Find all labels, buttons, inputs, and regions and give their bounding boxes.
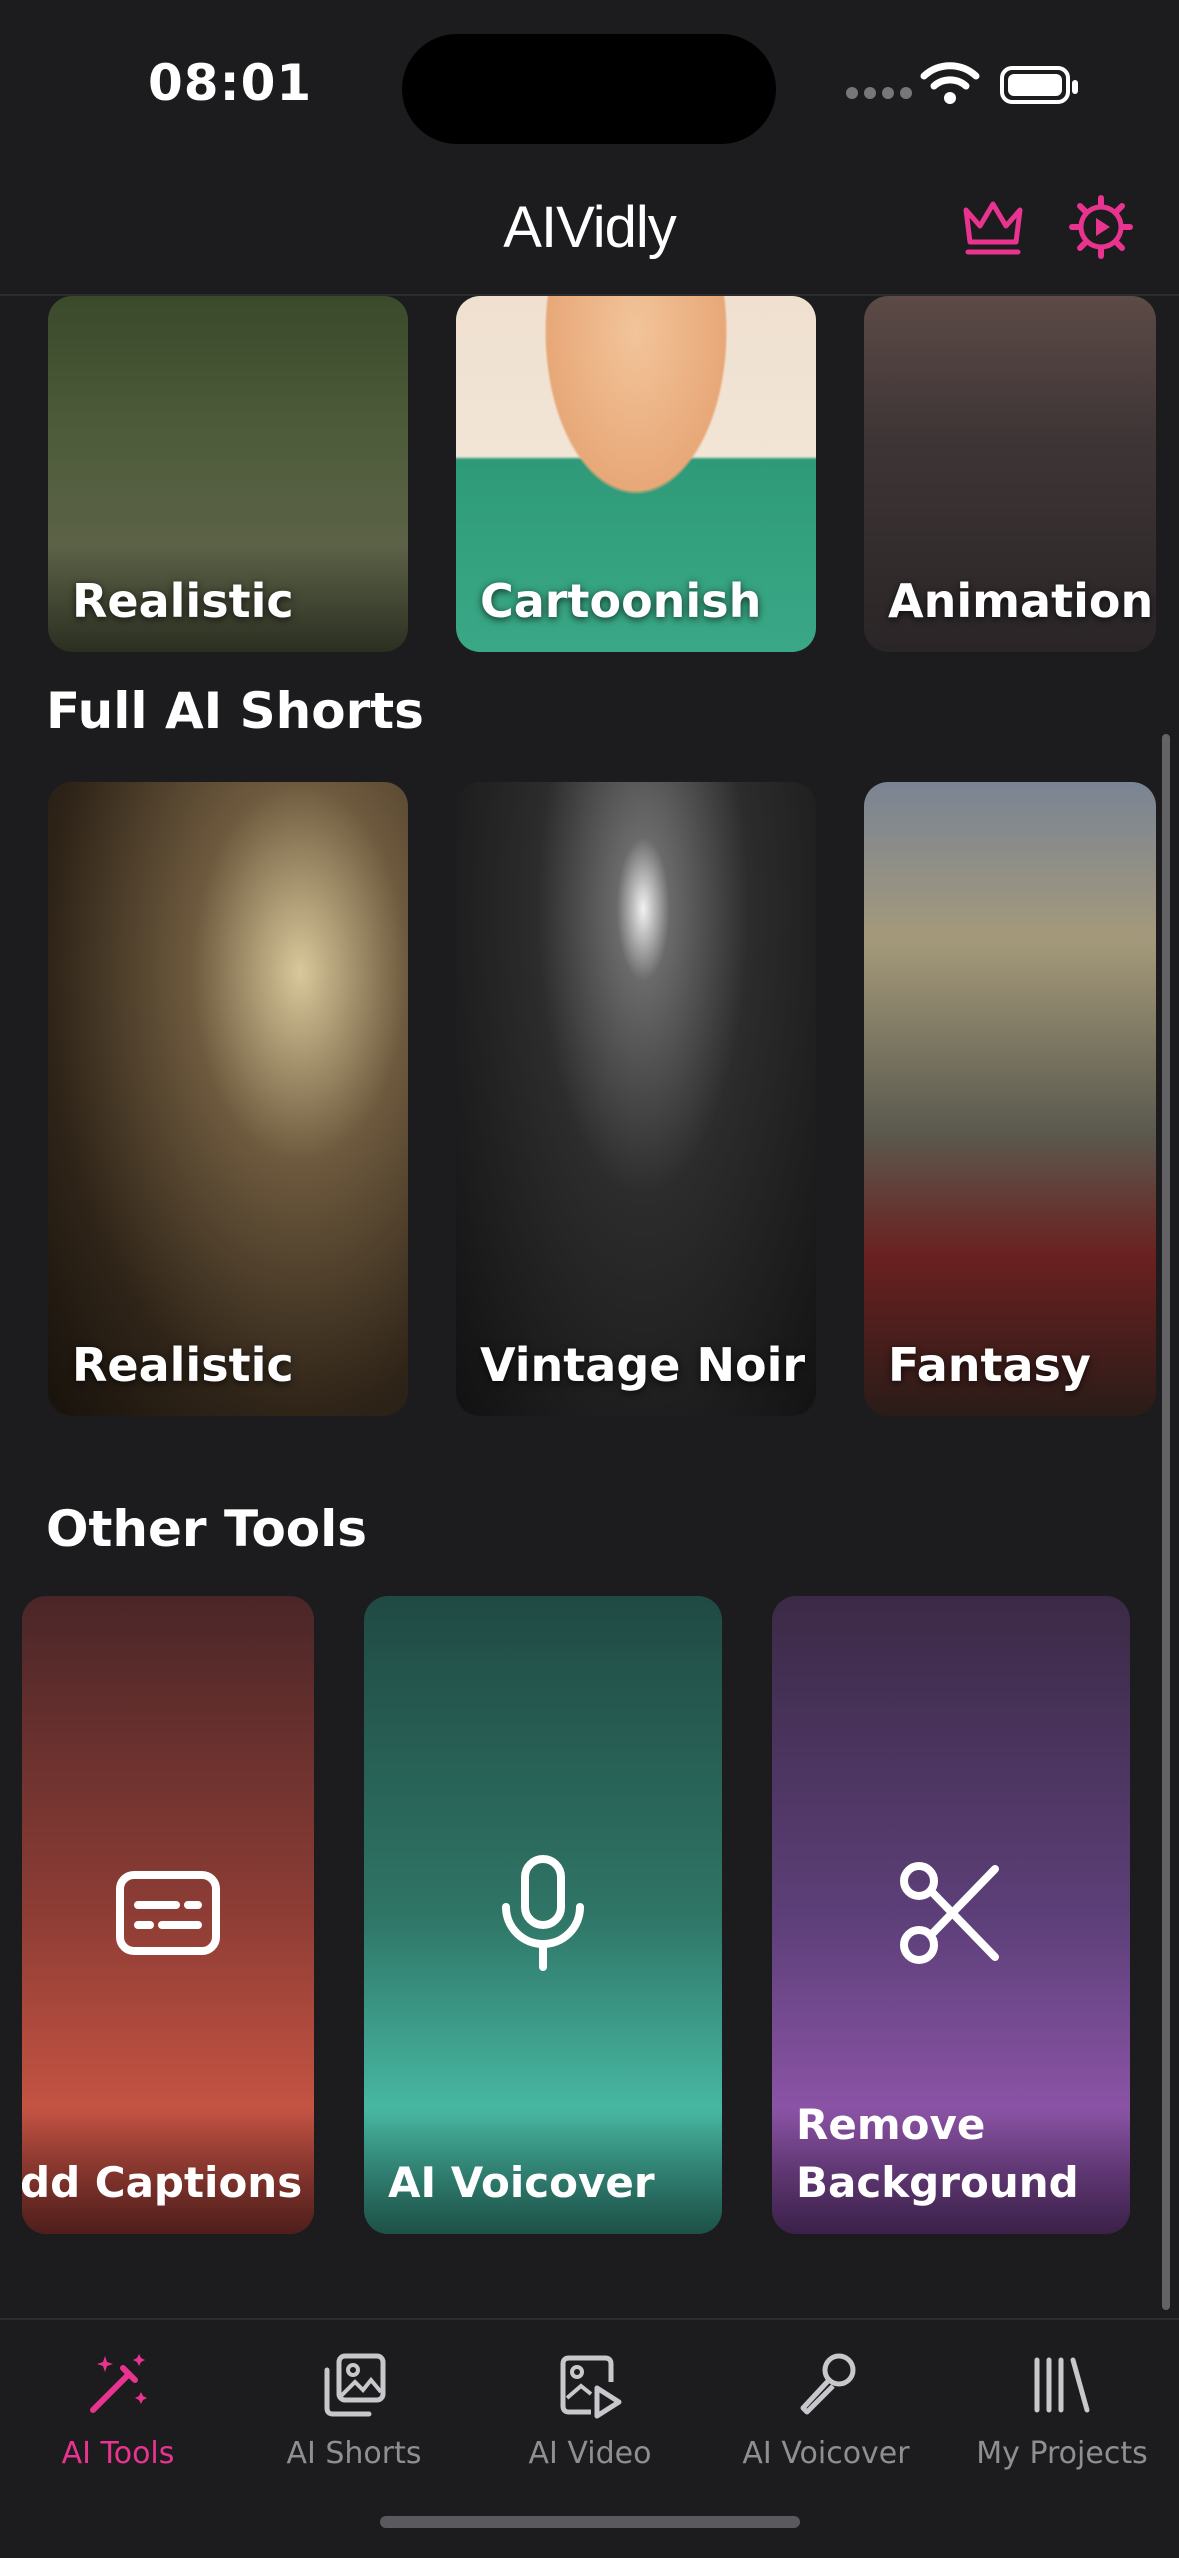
status-time: 08:01	[148, 54, 313, 112]
settings-gear-icon[interactable]	[1068, 194, 1134, 264]
status-bar: 08:01	[0, 0, 1179, 170]
tool-card-add-captions[interactable]: dd Captions	[22, 1596, 314, 2234]
tab-ai-video[interactable]: AI Video	[472, 2340, 708, 2471]
tool-card-remove-background[interactable]: Remove Background	[772, 1596, 1130, 2234]
tool-card-ai-voicover[interactable]: AI Voicover	[364, 1596, 722, 2234]
tab-ai-voicover[interactable]: AI Voicover	[708, 2340, 944, 2471]
magic-wand-icon	[0, 2340, 236, 2430]
captions-icon	[116, 1871, 220, 1959]
tool-card-label-line2: Background	[796, 2158, 1079, 2207]
tab-label: AI Video	[528, 2436, 652, 2471]
tab-label: My Projects	[976, 2436, 1148, 2471]
tab-ai-shorts[interactable]: AI Shorts	[236, 2340, 472, 2471]
short-card-label: Fantasy	[888, 1338, 1091, 1392]
tab-my-projects[interactable]: My Projects	[944, 2340, 1179, 2471]
short-card-label: Realistic	[72, 1338, 294, 1392]
cellular-signal-icon	[846, 84, 918, 103]
style-card-realistic[interactable]: Realistic	[48, 296, 408, 652]
image-stack-icon	[236, 2340, 472, 2430]
home-indicator	[380, 2516, 800, 2528]
style-card-animation[interactable]: Animation	[864, 296, 1156, 652]
short-card-fantasy[interactable]: Fantasy	[864, 782, 1156, 1416]
video-image-icon	[472, 2340, 708, 2430]
tool-card-label: Remove Background	[796, 2096, 1079, 2212]
short-card-vintage-noir[interactable]: Vintage Noir	[456, 782, 816, 1416]
style-card-cartoonish[interactable]: Cartoonish	[456, 296, 816, 652]
style-card-label: Animation	[888, 574, 1154, 628]
tool-card-label: dd Captions	[22, 2158, 303, 2207]
library-icon	[944, 2340, 1179, 2430]
vertical-scrollbar[interactable]	[1162, 734, 1170, 2310]
battery-icon	[1000, 66, 1078, 104]
section-title-full-ai-shorts: Full AI Shorts	[46, 682, 424, 740]
tab-label: AI Shorts	[286, 2436, 422, 2471]
section-title-other-tools: Other Tools	[46, 1500, 368, 1558]
microphone-icon	[708, 2340, 944, 2430]
style-card-label: Cartoonish	[480, 574, 762, 628]
scissors-icon	[899, 1861, 1003, 1969]
tab-label: AI Tools	[61, 2436, 175, 2471]
crown-icon[interactable]	[958, 196, 1028, 262]
wifi-icon	[920, 60, 980, 110]
style-card-label: Realistic	[72, 574, 294, 628]
tool-card-label-line1: Remove	[796, 2100, 986, 2149]
tab-ai-tools[interactable]: AI Tools	[0, 2340, 236, 2471]
tool-card-label: AI Voicover	[388, 2158, 655, 2207]
short-card-label: Vintage Noir	[480, 1338, 806, 1392]
short-card-realistic[interactable]: Realistic	[48, 782, 408, 1416]
dynamic-island	[402, 34, 776, 144]
microphone-icon	[498, 1855, 588, 1975]
tab-label: AI Voicover	[742, 2436, 910, 2471]
